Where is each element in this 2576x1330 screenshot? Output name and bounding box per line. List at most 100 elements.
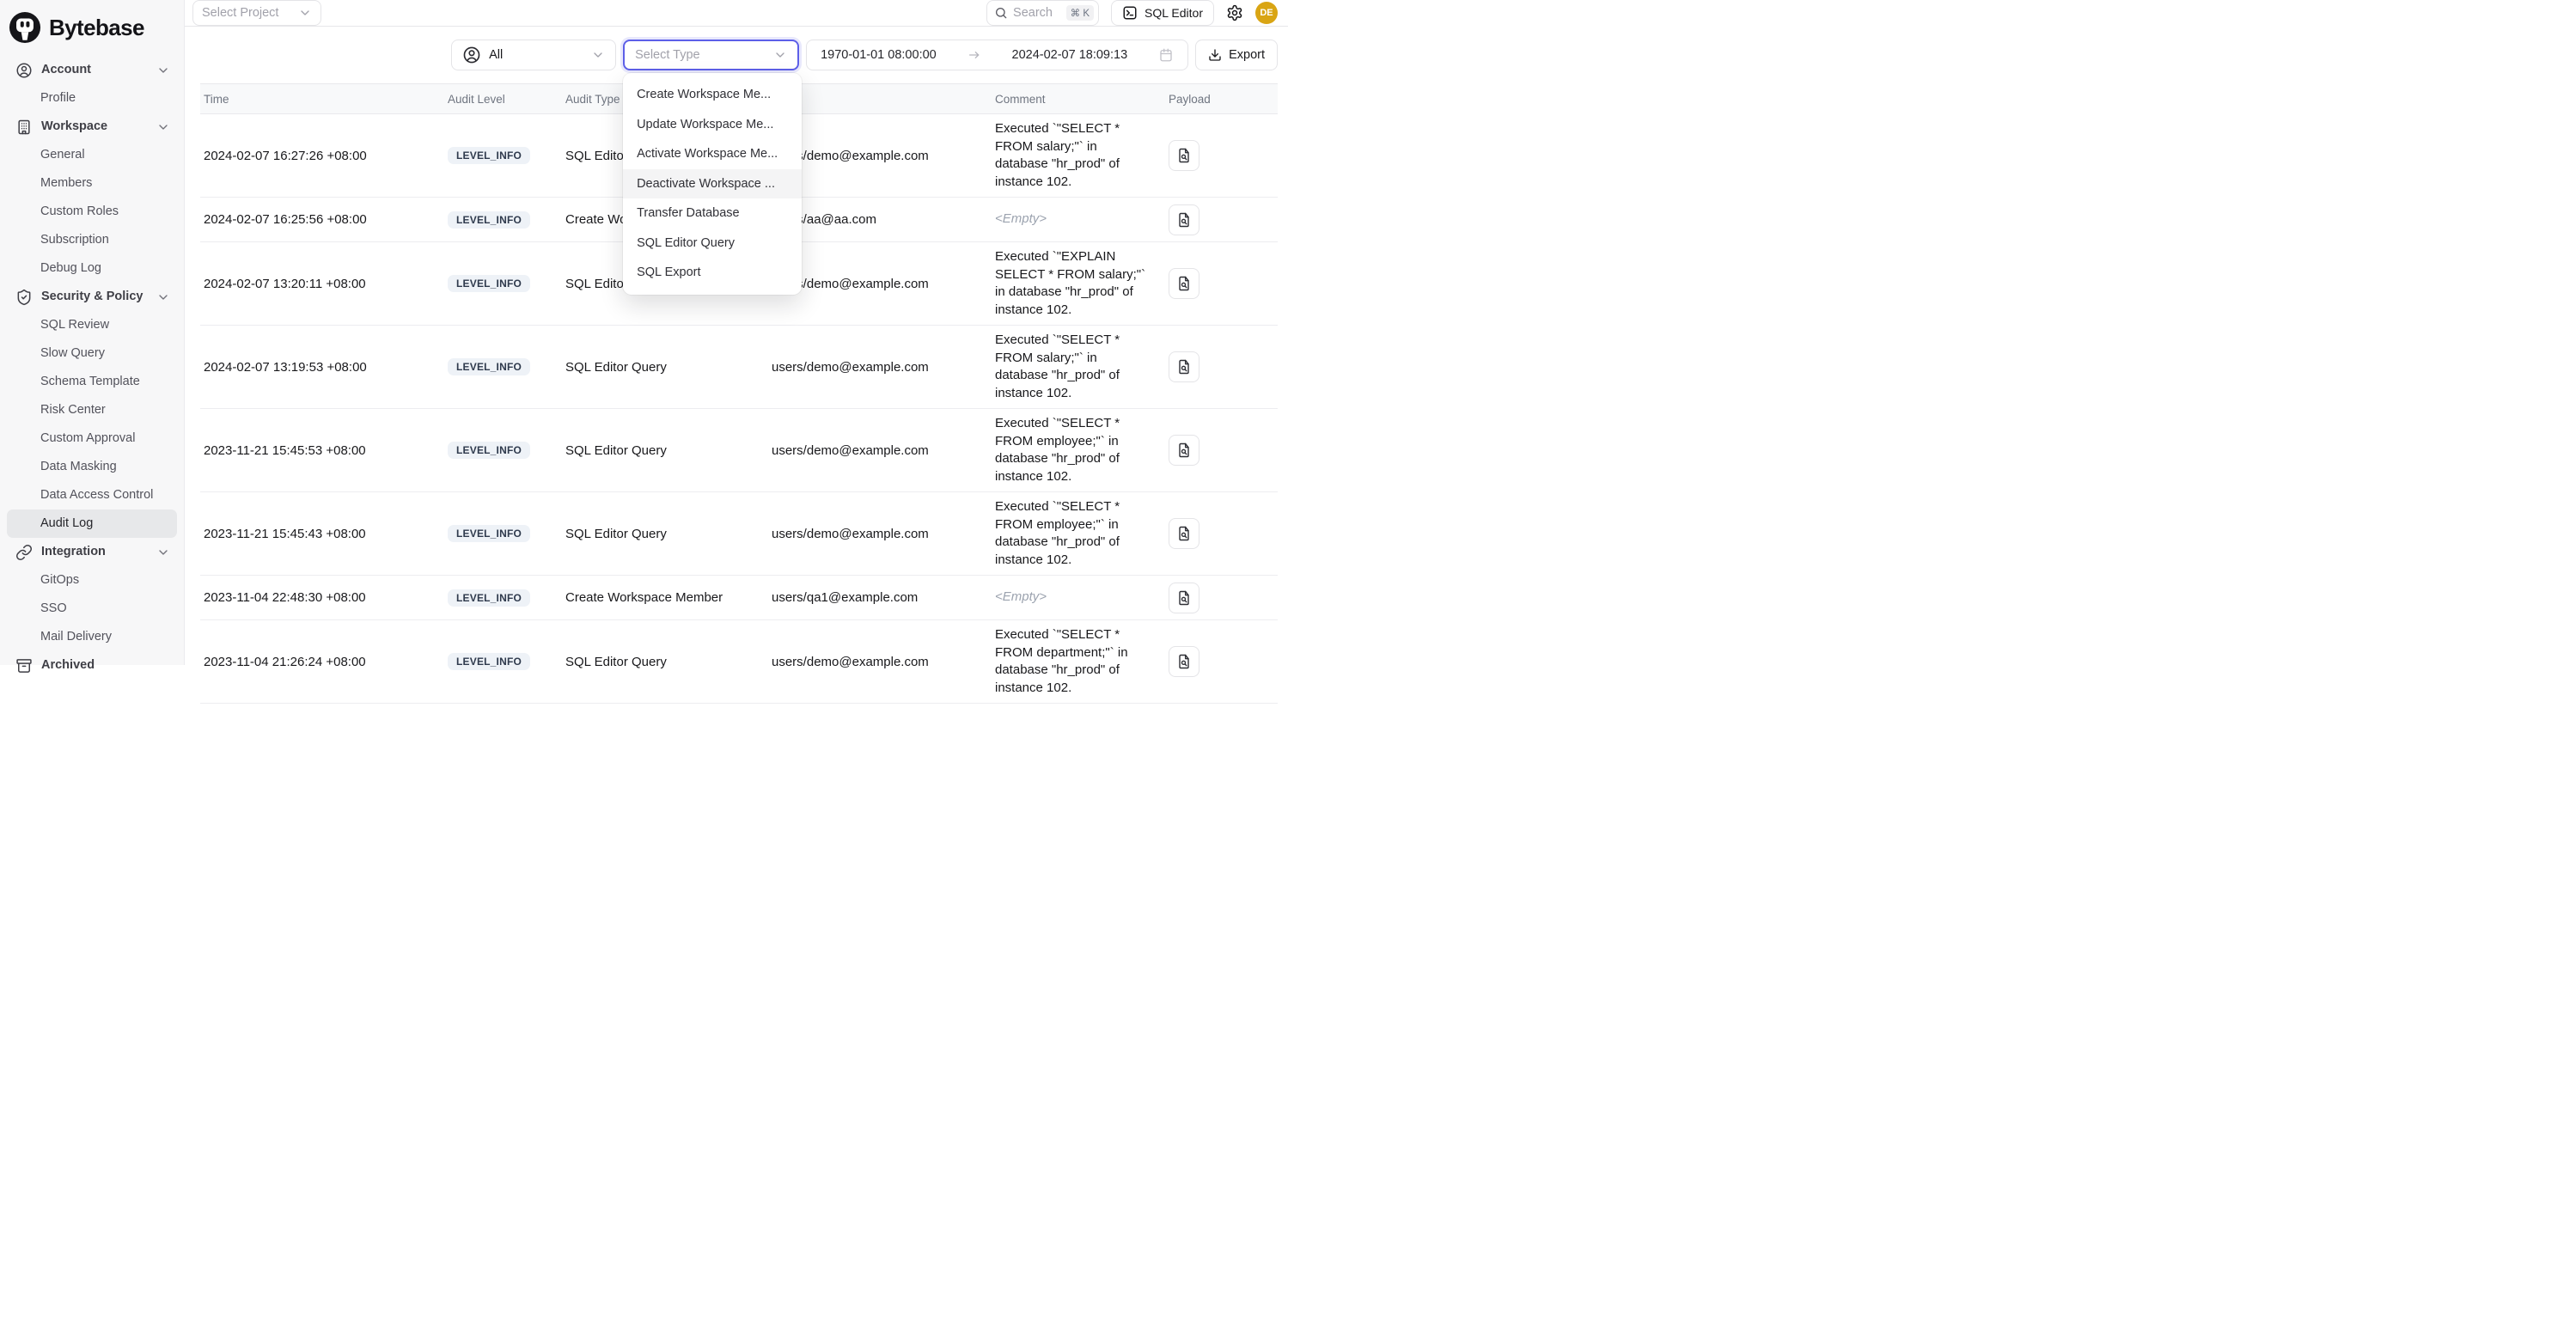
cell-audit-level: LEVEL_INFO [448, 525, 565, 542]
search-input[interactable]: Search ⌘ K [986, 0, 1099, 26]
view-payload-button[interactable] [1169, 268, 1199, 299]
cell-actor: users/demo@example.com [772, 360, 995, 375]
project-select[interactable]: Select Project [192, 0, 321, 26]
type-filter-select[interactable]: Select Type Create Workspace Me...Update… [623, 40, 799, 70]
cell-audit-type: SQL Editor Query [565, 527, 772, 541]
sidebar-item-general[interactable]: General [7, 141, 177, 169]
dropdown-option-sql-editor-query[interactable]: SQL Editor Query [623, 229, 802, 259]
app-root: Bytebase AccountProfileWorkspaceGeneralM… [0, 0, 1288, 665]
sidebar-item-security-policy[interactable]: Security & Policy [7, 283, 177, 311]
sidebar-section-label: Account [41, 61, 91, 79]
sidebar-item-sso[interactable]: SSO [7, 595, 177, 623]
topbar: Select Project Search ⌘ K SQL [185, 0, 1288, 27]
audit-level-badge: LEVEL_INFO [448, 525, 530, 542]
cell-payload [1158, 646, 1278, 677]
file-search-icon [1175, 211, 1193, 229]
dropdown-option-update-workspace-me[interactable]: Update Workspace Me... [623, 110, 802, 140]
brand-logo[interactable]: Bytebase [7, 8, 177, 56]
cell-payload [1158, 435, 1278, 466]
sidebar-item-data-access-control[interactable]: Data Access Control [7, 481, 177, 509]
sidebar-item-custom-approval[interactable]: Custom Approval [7, 424, 177, 453]
sidebar-section-label: Security & Policy [41, 288, 143, 306]
audit-level-badge: LEVEL_INFO [448, 358, 530, 375]
calendar-icon [1158, 47, 1174, 63]
dropdown-option-activate-workspace-me[interactable]: Activate Workspace Me... [623, 139, 802, 169]
cell-audit-level: LEVEL_INFO [448, 653, 565, 670]
sidebar-item-gitops[interactable]: GitOps [7, 566, 177, 595]
cell-comment: Executed `"SELECT * FROM department;"` i… [995, 626, 1148, 697]
sidebar-item-data-masking[interactable]: Data Masking [7, 453, 177, 481]
table-row: 2023-11-04 22:48:30 +08:00LEVEL_INFOCrea… [200, 576, 1278, 620]
view-payload-button[interactable] [1169, 435, 1199, 466]
actor-filter-select[interactable]: All [451, 40, 616, 70]
cell-actor: users/aa@aa.com [772, 212, 995, 227]
cell-time: 2023-11-04 21:26:24 +08:00 [204, 655, 448, 669]
chevron-down-icon [156, 120, 170, 134]
sidebar-item-members[interactable]: Members [7, 169, 177, 198]
dropdown-option-transfer-database[interactable]: Transfer Database [623, 198, 802, 229]
audit-level-badge: LEVEL_INFO [448, 442, 530, 459]
cell-audit-level: LEVEL_INFO [448, 275, 565, 292]
search-shortcut-kbd: ⌘ K [1066, 5, 1094, 21]
view-payload-button[interactable] [1169, 518, 1199, 549]
file-search-icon [1175, 358, 1193, 375]
export-button[interactable]: Export [1195, 40, 1278, 70]
avatar-initials: DE [1260, 8, 1273, 18]
table-row: 2023-11-21 15:45:43 +08:00LEVEL_INFOSQL … [200, 492, 1278, 576]
column-header-comment: Comment [995, 93, 1158, 106]
sidebar-item-risk-center[interactable]: Risk Center [7, 396, 177, 424]
sidebar-item-schema-template[interactable]: Schema Template [7, 368, 177, 396]
sidebar-item-slow-query[interactable]: Slow Query [7, 339, 177, 368]
sidebar-item-custom-roles[interactable]: Custom Roles [7, 198, 177, 226]
cell-time: 2023-11-04 22:48:30 +08:00 [204, 590, 448, 605]
dropdown-option-create-workspace-me[interactable]: Create Workspace Me... [623, 80, 802, 110]
sidebar-item-subscription[interactable]: Subscription [7, 226, 177, 254]
audit-log-page: All Select Type Create Workspace Me...Up… [185, 27, 1288, 704]
sidebar-item-integration[interactable]: Integration [7, 538, 177, 566]
cell-payload [1158, 204, 1278, 235]
sidebar-item-sql-review[interactable]: SQL Review [7, 311, 177, 339]
view-payload-button[interactable] [1169, 583, 1199, 613]
sidebar-item-debug-log[interactable]: Debug Log [7, 254, 177, 283]
view-payload-button[interactable] [1169, 140, 1199, 171]
settings-gear-icon[interactable] [1226, 4, 1243, 21]
sidebar-nav: AccountProfileWorkspaceGeneralMembersCus… [7, 56, 177, 680]
cell-comment: Executed `"SELECT * FROM salary;"` in da… [995, 332, 1148, 402]
table-row: 2024-02-07 13:19:53 +08:00LEVEL_INFOSQL … [200, 326, 1278, 409]
sql-editor-button[interactable]: SQL Editor [1111, 0, 1214, 26]
view-payload-button[interactable] [1169, 646, 1199, 677]
view-payload-button[interactable] [1169, 204, 1199, 235]
cell-time: 2024-02-07 13:19:53 +08:00 [204, 360, 448, 375]
download-icon [1208, 48, 1222, 62]
chevron-down-icon [156, 64, 170, 77]
avatar[interactable]: DE [1255, 2, 1278, 24]
column-header-actor: Actor [772, 93, 995, 106]
sidebar-item-profile[interactable]: Profile [7, 84, 177, 113]
sidebar-item-mail-delivery[interactable]: Mail Delivery [7, 623, 177, 651]
dropdown-option-sql-export[interactable]: SQL Export [623, 258, 802, 288]
link-icon [15, 544, 33, 561]
export-button-label: Export [1229, 48, 1265, 62]
filter-row: All Select Type Create Workspace Me...Up… [200, 40, 1278, 70]
cell-audit-level: LEVEL_INFO [448, 358, 565, 375]
date-end-value: 2024-02-07 18:09:13 [1012, 48, 1128, 62]
dropdown-option-deactivate-workspace[interactable]: Deactivate Workspace ... [623, 169, 802, 199]
column-header-time: Time [204, 93, 448, 106]
view-payload-button[interactable] [1169, 351, 1199, 382]
chevron-down-icon [156, 546, 170, 559]
brand-name: Bytebase [49, 15, 144, 41]
table-row: 2023-11-21 15:45:53 +08:00LEVEL_INFOSQL … [200, 409, 1278, 492]
type-filter-placeholder: Select Type [635, 48, 700, 62]
sidebar-section-label: Integration [41, 543, 106, 561]
cell-payload [1158, 583, 1278, 613]
sidebar-item-workspace[interactable]: Workspace [7, 113, 177, 141]
sql-editor-button-label: SQL Editor [1145, 6, 1203, 20]
date-range-picker[interactable]: 1970-01-01 08:00:00 2024-02-07 18:09:13 [806, 40, 1188, 70]
actor-filter-value: All [489, 48, 503, 62]
sidebar-item-audit-log[interactable]: Audit Log [7, 509, 177, 538]
sidebar-item-account[interactable]: Account [7, 56, 177, 84]
cell-audit-type: Create Workspace Member [565, 590, 772, 605]
sidebar-item-archived[interactable]: Archived [7, 651, 177, 680]
main-area: Select Project Search ⌘ K SQL [185, 0, 1288, 665]
cell-comment: Executed `"EXPLAIN SELECT * FROM salary;… [995, 248, 1148, 319]
